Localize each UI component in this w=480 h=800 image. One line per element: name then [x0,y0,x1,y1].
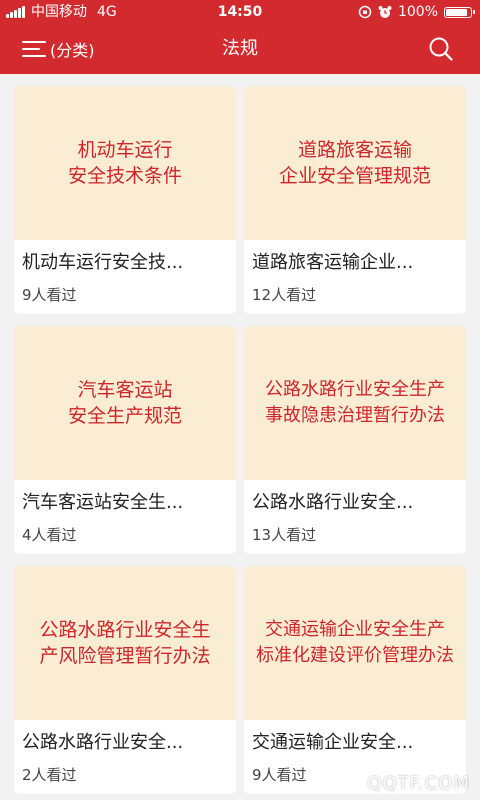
cover-line: 交通运输企业安全生产 [265,619,445,640]
card-cover: 公路水路行业安全生产 事故隐患治理暂行办法 [244,326,466,480]
regulation-card[interactable]: 道路旅客运输 企业安全管理规范 道路旅客运输企业... 12人看过 [244,86,466,314]
card-cover: 交通运输企业安全生产 标准化建设评价管理办法 [244,566,466,720]
cover-line: 公路水路行业安全生 [39,619,211,641]
status-bar: 中国移动 4G 14:50 100% [0,0,480,24]
rotation-lock-icon [358,5,372,19]
watermark: QQTF.COM [367,773,470,794]
cover-line: 产风险管理暂行办法 [39,645,211,667]
card-title: 公路水路行业安全... [22,732,184,753]
card-cover: 公路水路行业安全生 产风险管理暂行办法 [14,566,236,720]
card-cover: 道路旅客运输 企业安全管理规范 [244,86,466,240]
cover-line: 道路旅客运输 [297,139,412,161]
regulation-card[interactable]: 汽车客运站 安全生产规范 汽车客运站安全生... 4人看过 [14,326,236,554]
regulation-card[interactable]: 机动车运行 安全技术条件 机动车运行安全技... 9人看过 [14,86,236,314]
card-title: 道路旅客运输企业... [252,252,414,273]
cover-line: 安全生产规范 [67,405,182,427]
cover-line: 标准化建设评价管理办法 [256,645,454,666]
regulation-card[interactable]: 公路水路行业安全生产 事故隐患治理暂行办法 公路水路行业安全... 13人看过 [244,326,466,554]
battery-percent: 100% [397,4,438,20]
cover-line: 企业安全管理规范 [278,165,431,187]
view-count: 13人看过 [252,526,317,544]
status-right: 100% [358,0,475,24]
card-title: 交通运输企业安全... [252,732,414,753]
regulation-card[interactable]: 公路水路行业安全生 产风险管理暂行办法 公路水路行业安全... 2人看过 [14,566,236,794]
card-cover: 汽车客运站 安全生产规范 [14,326,236,480]
card-cover: 机动车运行 安全技术条件 [14,86,236,240]
cover-line: 安全技术条件 [67,165,182,187]
battery-icon [444,6,475,18]
page-title: 法规 [222,38,258,59]
card-title: 公路水路行业安全... [252,492,414,513]
search-icon[interactable] [428,36,454,62]
view-count: 9人看过 [252,766,307,784]
card-title: 汽车客运站安全生... [22,492,184,513]
cover-line: 公路水路行业安全生产 [265,379,445,400]
view-count: 4人看过 [22,526,77,544]
alarm-icon [378,6,392,18]
view-count: 12人看过 [252,286,317,304]
header: 中国移动 4G 14:50 100% (分类) 法规 [0,0,480,74]
view-count: 2人看过 [22,766,77,784]
cover-line: 机动车运行 [77,139,173,161]
card-title: 机动车运行安全技... [22,252,184,273]
regulation-card[interactable]: 交通运输企业安全生产 标准化建设评价管理办法 交通运输企业安全... 9人看过 [244,566,466,794]
navbar: (分类) 法规 [0,24,480,74]
cover-line: 事故隐患治理暂行办法 [265,405,445,426]
cover-line: 汽车客运站 [77,379,173,401]
view-count: 9人看过 [22,286,77,304]
